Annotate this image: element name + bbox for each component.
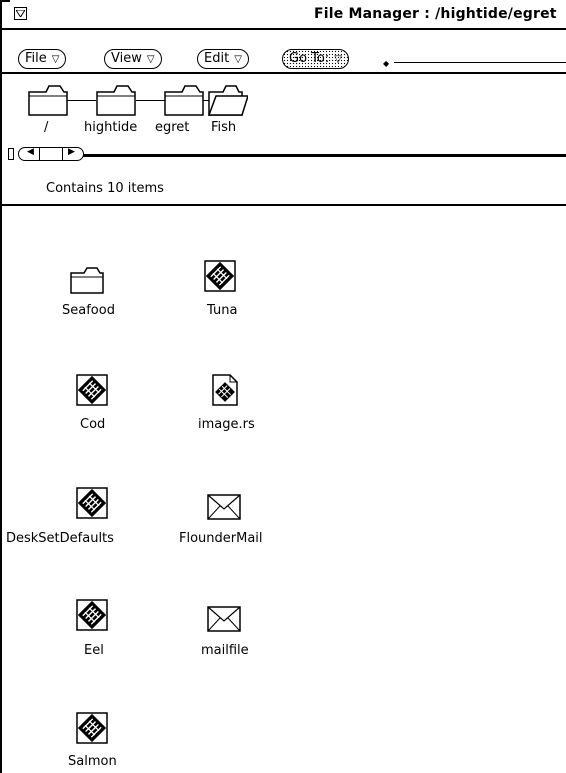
chevron-down-icon: ▽ bbox=[334, 54, 342, 65]
path-scrollbar[interactable]: ◀ ▶ bbox=[2, 146, 566, 164]
file-menu-label: File bbox=[25, 51, 47, 66]
document-icon bbox=[76, 487, 108, 519]
path-segment-hightide[interactable]: hightide bbox=[84, 120, 137, 135]
mail-icon bbox=[207, 494, 241, 520]
goto-menu-button[interactable]: Go To: ▽ bbox=[282, 49, 349, 69]
document-icon bbox=[76, 374, 108, 406]
folder-icon[interactable] bbox=[164, 84, 204, 116]
chevron-down-icon: ▽ bbox=[234, 54, 242, 65]
scrollbar-anchor[interactable] bbox=[8, 148, 14, 160]
chevron-down-icon: ▽ bbox=[51, 54, 60, 65]
file-label: Eel bbox=[84, 643, 104, 658]
menu-bar: File ▽ View ▽ Edit ▽ Go To: ▽ bbox=[2, 30, 566, 74]
window-menu-icon bbox=[16, 10, 25, 17]
path-segment-root[interactable]: / bbox=[44, 120, 48, 135]
scroll-right-icon[interactable]: ▶ bbox=[68, 147, 75, 157]
folder-icon[interactable] bbox=[28, 84, 68, 116]
document-icon bbox=[76, 712, 108, 744]
path-segment-fish[interactable]: Fish bbox=[211, 120, 236, 135]
view-menu-button[interactable]: View ▽ bbox=[104, 49, 162, 69]
goto-input[interactable] bbox=[394, 62, 566, 63]
scrollbar-cable[interactable] bbox=[82, 154, 566, 157]
item-count: Contains 10 items bbox=[46, 181, 164, 196]
elevator-divider bbox=[39, 148, 40, 160]
file-label: Tuna bbox=[207, 303, 238, 318]
mail-icon bbox=[207, 606, 241, 632]
path-connector bbox=[136, 100, 166, 101]
open-folder-icon[interactable] bbox=[208, 84, 248, 116]
scroll-left-icon[interactable]: ◀ bbox=[27, 147, 34, 157]
file-manager-window: File Manager : /hightide/egret File ▽ Vie… bbox=[0, 0, 566, 773]
elevator-divider bbox=[62, 148, 63, 160]
file-label: Cod bbox=[80, 417, 106, 432]
view-menu-label: View bbox=[111, 51, 142, 66]
window-title: File Manager : /hightide/egret bbox=[314, 6, 557, 22]
file-label: FlounderMail bbox=[179, 531, 263, 546]
edit-menu-button[interactable]: Edit ▽ bbox=[197, 49, 249, 69]
file-menu-button[interactable]: File ▽ bbox=[18, 49, 67, 69]
document-icon bbox=[204, 260, 236, 292]
folder-icon bbox=[70, 267, 104, 294]
path-connector bbox=[66, 100, 96, 101]
scrollbar-elevator[interactable]: ◀ ▶ bbox=[18, 147, 84, 161]
goto-menu-label: Go To: bbox=[289, 51, 330, 66]
image-file-icon bbox=[212, 374, 238, 406]
edit-menu-label: Edit bbox=[204, 51, 230, 66]
path-segment-egret[interactable]: egret bbox=[155, 120, 189, 135]
document-icon bbox=[76, 599, 108, 631]
folder-icon[interactable] bbox=[96, 84, 136, 116]
path-pane: / hightide egret Fish bbox=[2, 74, 566, 146]
text-caret-icon: ◆ bbox=[383, 59, 390, 68]
status-area: Contains 10 items bbox=[2, 164, 566, 206]
chevron-down-icon: ▽ bbox=[146, 54, 155, 65]
title-bar[interactable]: File Manager : /hightide/egret bbox=[2, 0, 566, 30]
file-label: image.rs bbox=[198, 417, 255, 432]
file-label: Seafood bbox=[62, 303, 115, 318]
window-menu-button[interactable] bbox=[14, 7, 27, 20]
file-label: mailfile bbox=[201, 643, 249, 658]
file-pane[interactable]: Seafood Tuna Cod image.rs DeskSetDefault… bbox=[2, 206, 566, 773]
file-label: Salmon bbox=[68, 754, 117, 769]
file-label: DeskSetDefaults bbox=[6, 531, 114, 546]
